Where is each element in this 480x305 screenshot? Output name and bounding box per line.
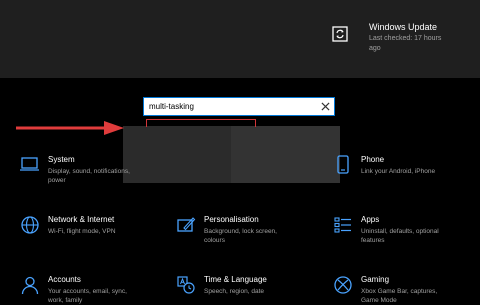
- tile-title: Gaming: [361, 275, 390, 284]
- tile-description: Your accounts, email, sync, work, family: [48, 288, 127, 304]
- search-input[interactable]: [149, 98, 309, 115]
- person-icon: [21, 276, 39, 295]
- windows-update-icon: [332, 26, 348, 42]
- phone-icon: [337, 155, 349, 174]
- windows-update-title: Windows Update: [369, 22, 438, 32]
- annotation-arrow-icon: [16, 121, 124, 135]
- tile-title: Personalisation: [204, 215, 259, 224]
- xbox-icon: [334, 276, 352, 294]
- tile-title: Accounts: [48, 275, 81, 284]
- tile-title: Phone: [361, 155, 385, 164]
- tile-description: Uninstall, defaults, optional features: [361, 228, 439, 244]
- tile-description: Link your Android, iPhone: [361, 168, 436, 175]
- globe-icon: [21, 216, 39, 234]
- tile-description: Xbox Game Bar, captures, Game Mode: [361, 288, 438, 304]
- tile-description: Background, lock screen, colours: [204, 228, 277, 244]
- brush-icon: [177, 217, 196, 232]
- windows-update-last-checked: Last checked: 17 hours ago: [369, 35, 442, 52]
- time-language-icon: [177, 276, 195, 294]
- tile-description: Display, sound, notifications, power: [48, 168, 130, 184]
- tile-description: Speech, region, date: [204, 288, 264, 295]
- laptop-icon: [20, 157, 39, 171]
- settings-search-box[interactable]: [143, 97, 335, 116]
- tile-title: Apps: [361, 215, 380, 224]
- search-suggestions-panel: [231, 126, 340, 183]
- tile-description: Wi-Fi, flight mode, VPN: [48, 228, 116, 235]
- close-icon[interactable]: [321, 102, 330, 111]
- tile-title: Time & Language: [204, 275, 267, 284]
- highlight-annotation-box: [146, 119, 256, 127]
- apps-icon: [334, 217, 351, 233]
- tile-title: System: [48, 155, 75, 164]
- tile-title: Network & Internet: [48, 215, 115, 224]
